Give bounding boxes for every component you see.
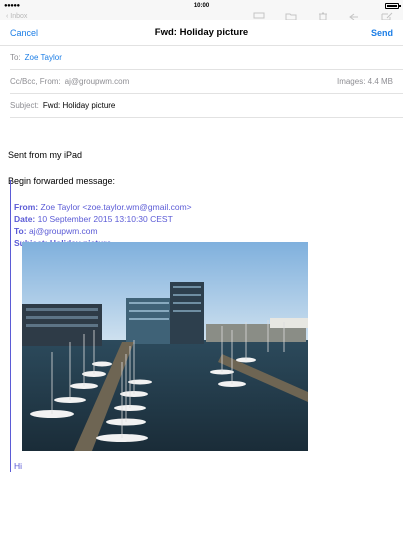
cc-bcc-from-label: Cc/Bcc, From: xyxy=(10,77,61,86)
forward-from-label: From: xyxy=(14,202,39,212)
to-field[interactable]: To: Zoe Taylor xyxy=(10,46,403,70)
subject-label: Subject: xyxy=(10,101,39,110)
cancel-button[interactable]: Cancel xyxy=(10,28,38,38)
to-label: To: xyxy=(10,53,21,62)
status-bar: ●●●●● 10:00 xyxy=(0,0,403,11)
message-trailing-text[interactable]: Hi xyxy=(14,461,22,471)
quote-bar xyxy=(10,180,11,472)
signature-text[interactable]: Sent from my iPad xyxy=(8,150,82,160)
from-address[interactable]: aj@groupwm.com xyxy=(65,77,130,86)
compose-title: Fwd: Holiday picture xyxy=(154,27,249,38)
harbour-photo-image xyxy=(22,242,308,451)
status-time: 10:00 xyxy=(193,2,210,9)
to-recipient-token[interactable]: Zoe Taylor xyxy=(25,53,62,62)
forward-header-text[interactable]: Begin forwarded message: xyxy=(8,176,115,186)
forward-to-line[interactable]: To: aj@groupwm.com xyxy=(14,226,98,236)
back-inbox-button: ‹ Inbox xyxy=(6,13,28,20)
forward-date-line[interactable]: Date: 10 September 2015 13:10:30 CEST xyxy=(14,214,173,224)
cc-bcc-from-field[interactable]: Cc/Bcc, From: aj@groupwm.com Images: 4.4… xyxy=(10,70,403,94)
forward-from-line[interactable]: From: Zoe Taylor <zoe.taylor.wm@gmail.co… xyxy=(14,202,192,212)
forward-from-value: Zoe Taylor <zoe.taylor.wm@gmail.com> xyxy=(40,202,192,212)
attached-photo[interactable] xyxy=(22,242,308,451)
send-button[interactable]: Send xyxy=(371,28,393,38)
forward-date-label: Date: xyxy=(14,214,36,224)
forward-to-value: aj@groupwm.com xyxy=(28,226,98,236)
forward-to-label: To: xyxy=(14,226,27,236)
subject-field[interactable]: Subject: Fwd: Holiday picture xyxy=(10,94,403,118)
compose-nav-bar: Cancel Fwd: Holiday picture Send xyxy=(0,20,403,46)
images-size-button[interactable]: Images: 4.4 MB xyxy=(337,77,393,86)
battery-icon xyxy=(385,2,401,9)
subject-input[interactable]: Fwd: Holiday picture xyxy=(43,101,115,110)
forward-date-value: 10 September 2015 13:10:30 CEST xyxy=(37,214,173,224)
